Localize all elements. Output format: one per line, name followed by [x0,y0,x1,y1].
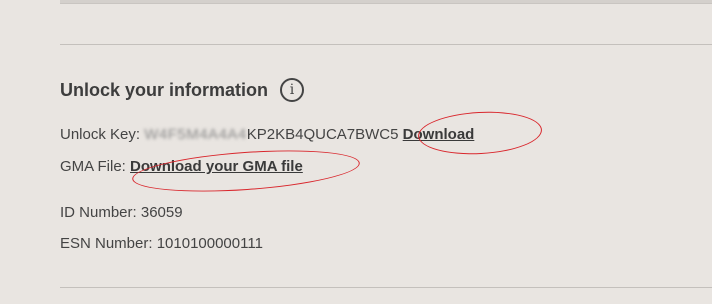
unlock-key-redacted: W4F5M4A4A4 [144,126,247,143]
unlock-info-page: Unlock your information i Unlock Key: W4… [0,0,712,304]
divider-bottom [60,287,712,288]
gma-file-download-link[interactable]: Download your GMA file [130,158,303,175]
esn-number: ESN Number: 1010100000111 [60,235,263,252]
section-title: Unlock your information [60,80,269,100]
unlock-key-row: Unlock Key: W4F5M4A4A4KP2KB4QUCA7BWC5 Do… [60,125,474,145]
id-number: ID Number: 36059 [60,204,183,221]
gma-file-label: GMA File: [60,158,126,175]
unlock-key-download-link[interactable]: Download [403,126,475,143]
unlock-key-value: KP2KB4QUCA7BWC5 [246,126,399,143]
info-icon[interactable]: i [280,78,305,102]
divider-top [60,44,712,45]
unlock-key-label: Unlock Key: [60,126,141,143]
gma-file-row: GMA File: Download your GMA file [60,157,303,177]
section-header: Unlock your information i [60,78,305,102]
top-panel [60,0,712,4]
